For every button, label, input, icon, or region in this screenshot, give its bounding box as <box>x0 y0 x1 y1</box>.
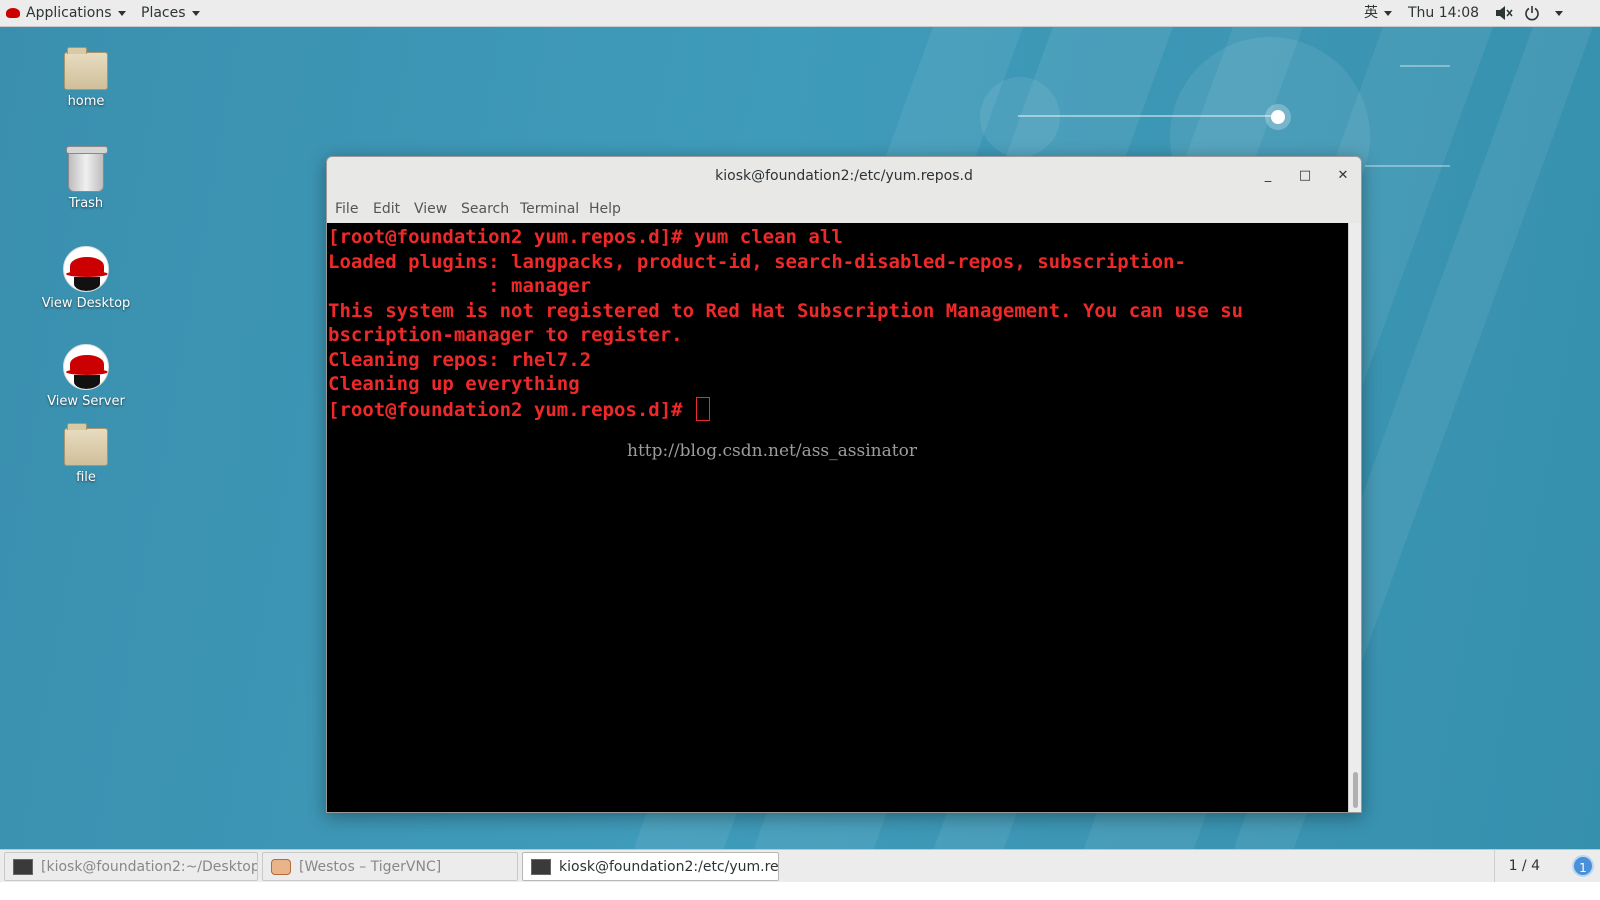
redhat-icon <box>63 246 109 292</box>
applications-label: Applications <box>26 5 112 21</box>
terminal-icon <box>13 859 33 875</box>
menu-bar: File Edit View Search Terminal Help <box>327 195 1361 223</box>
chevron-down-icon <box>117 10 126 16</box>
taskbar-item-yum-terminal[interactable]: kiosk@foundation2:/etc/yum.repo... <box>522 852 779 881</box>
trash-icon <box>66 146 108 192</box>
clock[interactable]: Thu 14:08 <box>1408 0 1479 27</box>
chevron-down-icon <box>1555 10 1563 16</box>
taskbar-item-desktop-terminal[interactable]: [kiosk@foundation2:~/Desktop/... <box>4 852 258 881</box>
close-button[interactable]: ✕ <box>1332 165 1354 187</box>
terminal-prompt-line: [root@foundation2 yum.repos.d]# <box>328 396 1349 422</box>
taskbar-item-tigervnc[interactable]: [Westos – TigerVNC] <box>262 852 518 881</box>
folder-icon <box>64 423 108 466</box>
menu-file[interactable]: File <box>335 201 358 217</box>
input-method-label: 英 <box>1364 5 1378 21</box>
terminal-icon <box>531 859 551 875</box>
places-menu[interactable]: Places <box>141 0 200 27</box>
terminal-cursor <box>696 396 711 421</box>
taskbar: [kiosk@foundation2:~/Desktop/... [Westos… <box>0 849 1600 883</box>
menu-terminal[interactable]: Terminal <box>520 201 579 217</box>
terminal-prompt: [root@foundation2 yum.repos.d]# <box>328 398 695 421</box>
chevron-down-icon <box>191 10 200 16</box>
menu-view[interactable]: View <box>414 201 447 217</box>
chevron-down-icon <box>1384 10 1392 16</box>
task-label: [Westos – TigerVNC] <box>299 859 442 875</box>
task-label: [kiosk@foundation2:~/Desktop/... <box>41 859 258 875</box>
menu-search[interactable]: Search <box>461 201 509 217</box>
terminal-line: : manager <box>328 275 592 297</box>
workspace-indicator[interactable]: 1 / 4 <box>1493 850 1540 883</box>
desktop-icon-label: View Server <box>47 394 125 409</box>
menu-edit[interactable]: Edit <box>373 201 400 217</box>
watermark-text: http://blog.csdn.net/ass_assinator <box>627 441 917 461</box>
desktop-icon-file[interactable]: file <box>26 423 146 485</box>
system-menu[interactable] <box>1549 0 1563 27</box>
desktop-icon-view-desktop[interactable]: View Desktop <box>26 246 146 311</box>
scrollbar-thumb[interactable] <box>1353 772 1358 808</box>
menu-help[interactable]: Help <box>589 201 621 217</box>
terminal-output[interactable]: [root@foundation2 yum.repos.d]# yum clea… <box>327 223 1349 812</box>
redhat-menu-icon <box>6 8 20 18</box>
top-bar: Applications Places 英 Thu 14:08 <box>0 0 1600 27</box>
home-folder-icon <box>64 47 108 90</box>
window-title: kiosk@foundation2:/etc/yum.repos.d <box>715 168 973 184</box>
power-icon[interactable] <box>1524 0 1540 27</box>
terminal-line: Loaded plugins: langpacks, product-id, s… <box>328 250 1186 273</box>
applications-menu[interactable]: Applications <box>6 0 126 27</box>
window-titlebar[interactable]: kiosk@foundation2:/etc/yum.repos.d _ □ ✕ <box>327 157 1361 195</box>
desktop-icon-label: file <box>76 470 96 485</box>
desktop-icon-view-server[interactable]: View Server <box>26 344 146 409</box>
terminal-line: Cleaning up everything <box>328 373 580 395</box>
desktop-icon-home[interactable]: home <box>26 47 146 109</box>
maximize-button[interactable]: □ <box>1294 165 1316 187</box>
places-label: Places <box>141 5 186 21</box>
task-label: kiosk@foundation2:/etc/yum.repo... <box>559 859 779 875</box>
volume-icon[interactable] <box>1495 0 1513 27</box>
terminal-line: This system is not registered to Red Hat… <box>328 299 1244 322</box>
notification-badge[interactable]: 1 <box>1572 855 1594 877</box>
terminal-line: Cleaning repos: rhel7.2 <box>328 348 592 371</box>
redhat-icon <box>63 344 109 390</box>
terminal-window: kiosk@foundation2:/etc/yum.repos.d _ □ ✕… <box>326 156 1362 813</box>
minimize-button[interactable]: _ <box>1257 165 1279 187</box>
terminal-line: [root@foundation2 yum.repos.d]# yum clea… <box>328 226 843 248</box>
terminal-line: bscription-manager to register. <box>328 324 683 346</box>
input-method-indicator[interactable]: 英 <box>1364 0 1392 27</box>
desktop-icon-label: View Desktop <box>41 296 131 311</box>
desktop-icon-trash[interactable]: Trash <box>26 146 146 211</box>
bottom-strip <box>0 882 1600 900</box>
terminal-scrollbar[interactable] <box>1348 223 1361 812</box>
desktop-icon-label: Trash <box>68 196 104 211</box>
desktop-icon-label: home <box>67 94 105 109</box>
vnc-icon <box>271 859 291 875</box>
